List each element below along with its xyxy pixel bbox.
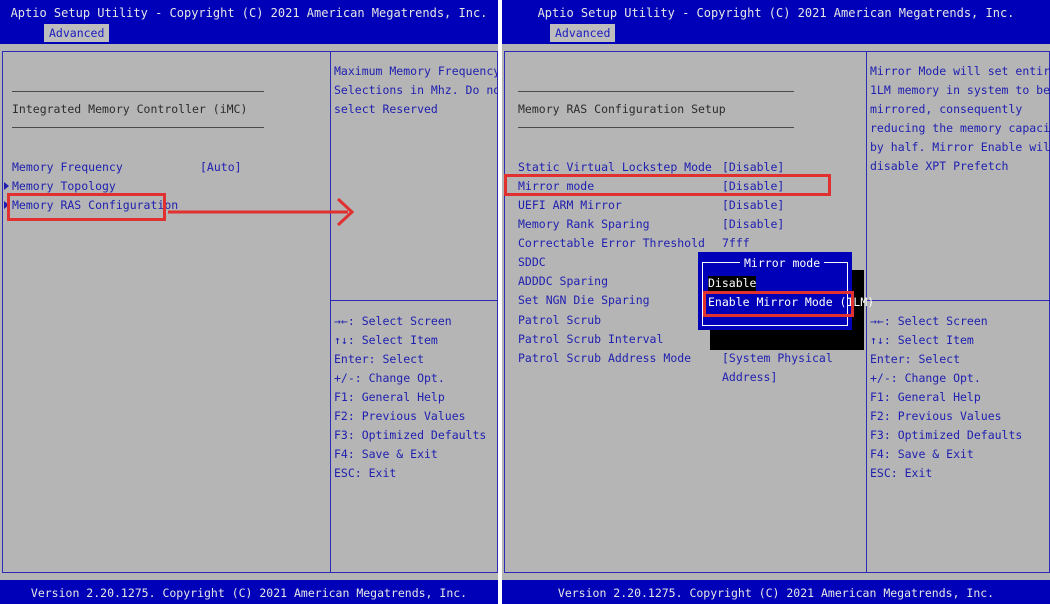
keys-divider xyxy=(866,300,1049,301)
setting-memory-frequency-value[interactable]: [Auto] xyxy=(200,159,242,175)
key-hint: Enter: Select xyxy=(334,352,425,366)
setting-patrol-scrub[interactable]: Patrol Scrub xyxy=(518,312,601,328)
section-rule-top xyxy=(12,91,264,92)
section-rule-bottom xyxy=(518,127,794,128)
title-text: Aptio Setup Utility - Copyright (C) 2021… xyxy=(537,6,1015,20)
section-rule-bottom xyxy=(12,127,264,128)
setting-correctable-error-threshold[interactable]: Correctable Error Threshold xyxy=(518,235,705,251)
setting-value[interactable]: Address] xyxy=(722,369,777,385)
setting-memory-frequency[interactable]: Memory Frequency xyxy=(12,159,123,175)
help-divider xyxy=(330,51,331,573)
key-hint: ESC: Exit xyxy=(334,466,397,480)
key-hint: F4: Save & Exit xyxy=(334,447,438,461)
setting-set-ngn-die-sparing[interactable]: Set NGN Die Sparing xyxy=(518,292,650,308)
key-hint: F2: Previous Values xyxy=(870,409,1002,423)
setting-value[interactable]: 7fff xyxy=(722,235,750,251)
help-line: disable XPT Prefetch xyxy=(870,159,1009,173)
tab-advanced[interactable]: Advanced xyxy=(44,24,110,42)
left-bios-screen: Aptio Setup Utility - Copyright (C) 2021… xyxy=(0,0,498,604)
key-hint: +/-: Change Opt. xyxy=(334,371,445,385)
setting-patrol-scrub-address-mode[interactable]: Patrol Scrub Address Mode xyxy=(518,350,691,366)
keys-divider xyxy=(330,300,497,301)
submenu-arrow-icon xyxy=(4,182,9,190)
help-line: by half. Mirror Enable will xyxy=(870,140,1050,154)
footer-bar: Version 2.20.1275. Copyright (C) 2021 Am… xyxy=(0,580,498,604)
key-hint: Enter: Select xyxy=(870,352,961,366)
help-line: Selections in Mhz. Do not xyxy=(334,83,498,97)
key-hint: F3: Optimized Defaults xyxy=(334,428,487,442)
setting-value[interactable]: [System Physical xyxy=(722,350,833,366)
setting-adddc-sparing[interactable]: ADDDC Sparing xyxy=(518,273,608,289)
setting-value[interactable]: [Disable] xyxy=(722,216,784,232)
key-hint: →←: Select Screen xyxy=(334,314,452,328)
setting-patrol-scrub-interval[interactable]: Patrol Scrub Interval xyxy=(518,331,663,347)
popup-option-disable[interactable]: Disable xyxy=(708,276,757,291)
footer-text: Version 2.20.1275. Copyright (C) 2021 Am… xyxy=(30,586,468,600)
highlight-box xyxy=(7,193,166,221)
title-bar: Aptio Setup Utility - Copyright (C) 2021… xyxy=(502,0,1050,44)
key-hint: ↑↓: Select Item xyxy=(334,333,438,347)
key-hint: F1: General Help xyxy=(334,390,445,404)
section-title: Integrated Memory Controller (iMC) xyxy=(12,102,248,116)
help-line: 1LM memory in system to be xyxy=(870,83,1050,97)
key-hint: F1: General Help xyxy=(870,390,981,404)
annotation-arrow-icon xyxy=(168,197,355,227)
key-hint: →←: Select Screen xyxy=(870,314,988,328)
setting-memory-rank-sparing[interactable]: Memory Rank Sparing xyxy=(518,216,650,232)
help-divider xyxy=(866,51,867,573)
highlight-box xyxy=(504,174,831,196)
title-text: Aptio Setup Utility - Copyright (C) 2021… xyxy=(10,6,488,20)
help-line: select Reserved xyxy=(334,102,438,116)
key-hint: +/-: Change Opt. xyxy=(870,371,981,385)
help-line: Maximum Memory Frequency xyxy=(334,64,498,78)
key-hint: F2: Previous Values xyxy=(334,409,466,423)
key-hint: ↑↓: Select Item xyxy=(870,333,974,347)
help-line: mirrored, consequently xyxy=(870,102,1023,116)
key-hint: F3: Optimized Defaults xyxy=(870,428,1023,442)
setting-sddc[interactable]: SDDC xyxy=(518,254,546,270)
footer-text: Version 2.20.1275. Copyright (C) 2021 Am… xyxy=(557,586,995,600)
highlight-box xyxy=(703,291,854,317)
key-hint: ESC: Exit xyxy=(870,466,933,480)
tab-advanced[interactable]: Advanced xyxy=(550,24,616,42)
setting-static-virtual-lockstep-mode[interactable]: Static Virtual Lockstep Mode xyxy=(518,159,712,175)
footer-bar: Version 2.20.1275. Copyright (C) 2021 Am… xyxy=(502,580,1050,604)
main-frame xyxy=(2,51,498,573)
title-bar: Aptio Setup Utility - Copyright (C) 2021… xyxy=(0,0,498,44)
section-title: Memory RAS Configuration Setup xyxy=(518,102,726,116)
setting-uefi-arm-mirror[interactable]: UEFI ARM Mirror xyxy=(518,197,622,213)
help-line: Mirror Mode will set entire xyxy=(870,64,1050,78)
setting-value[interactable]: [Disable] xyxy=(722,197,784,213)
section-rule-top xyxy=(518,91,794,92)
right-bios-screen: Aptio Setup Utility - Copyright (C) 2021… xyxy=(502,0,1050,604)
popup-title: Mirror mode xyxy=(740,256,825,270)
setting-value[interactable]: [Disable] xyxy=(722,159,784,175)
submenu-memory-topology[interactable]: Memory Topology xyxy=(12,178,116,194)
key-hint: F4: Save & Exit xyxy=(870,447,974,461)
help-line: reducing the memory capacity xyxy=(870,121,1050,135)
